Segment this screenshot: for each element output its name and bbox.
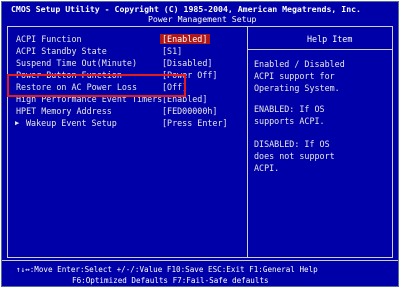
setting-label-acpi-standby-state[interactable]: ACPI Standby State: [16, 46, 107, 56]
submenu-arrow-icon: ▶: [15, 119, 20, 127]
help-line: Enabled / Disabled: [254, 59, 345, 69]
page-title: Power Management Setup: [148, 14, 257, 24]
help-title: Help Item: [307, 34, 353, 44]
setting-label-hpet-memory-address[interactable]: HPET Memory Address: [16, 106, 112, 116]
setting-value-wakeup-event-setup[interactable]: [Press Enter]: [162, 118, 228, 128]
bios-screen: CMOS Setup Utility - Copyright (C) 1985-…: [1, 1, 399, 287]
setting-label-suspend-time-out[interactable]: Suspend Time Out(Minute): [16, 58, 137, 68]
setting-label-acpi-function[interactable]: ACPI Function: [16, 34, 82, 44]
help-line: ACPI.: [254, 163, 280, 173]
help-line: DISABLED: If OS: [254, 139, 330, 149]
bios-title: CMOS Setup Utility - Copyright (C) 1985-…: [11, 4, 361, 14]
setting-value-hpet-memory-address[interactable]: [FED00000h]: [162, 106, 217, 116]
annotation-highlight-box: [7, 74, 186, 97]
help-line: ENABLED: If OS: [254, 104, 325, 114]
setting-value-acpi-standby-state[interactable]: [S1]: [162, 46, 182, 56]
help-line: Operating System.: [254, 83, 340, 93]
panel-divider: [247, 26, 248, 258]
setting-value-acpi-function[interactable]: [Enabled]: [162, 34, 207, 44]
setting-value-suspend-time-out[interactable]: [Disabled]: [162, 58, 212, 68]
footer-key-help: ↑↓↔:Move Enter:Select +/-/:Value F10:Sav…: [16, 265, 318, 274]
help-line: ACPI support for: [254, 71, 335, 81]
setting-label-wakeup-event-setup[interactable]: Wakeup Event Setup: [26, 118, 117, 128]
help-line: supports ACPI.: [254, 116, 325, 126]
help-line: does not support: [254, 151, 335, 161]
help-title-divider: [247, 49, 393, 50]
footer-defaults-help: F6:Optimized Defaults F7:Fail-Safe defau…: [72, 276, 269, 285]
footer-divider: [2, 260, 398, 261]
